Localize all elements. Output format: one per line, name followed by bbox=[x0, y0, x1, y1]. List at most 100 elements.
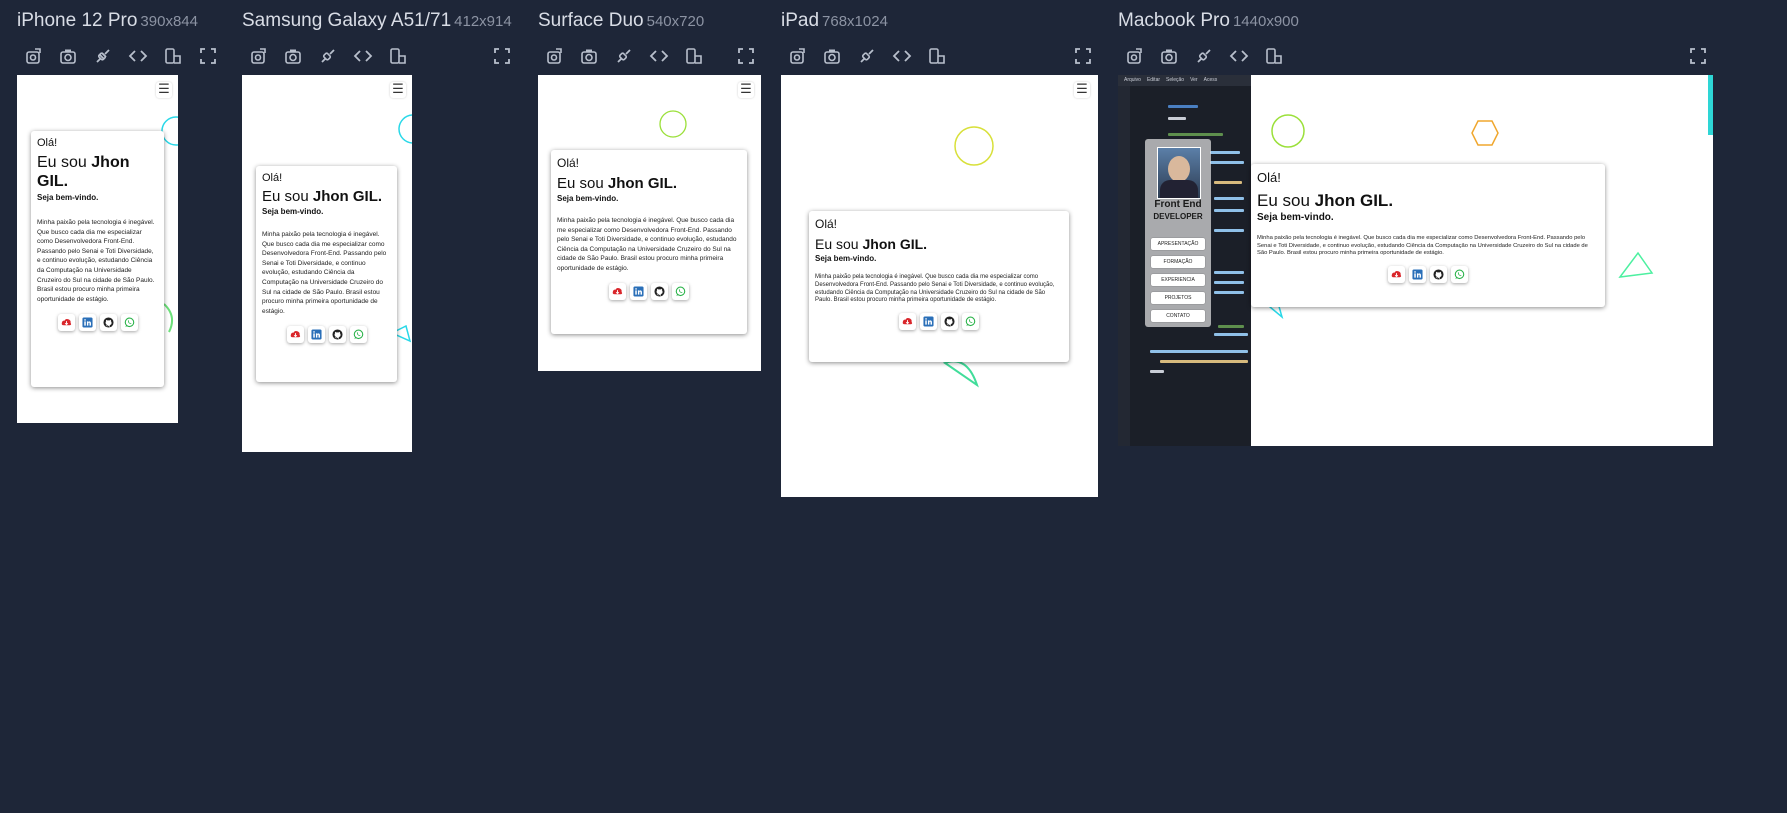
greeting: Olá! bbox=[815, 217, 838, 231]
device-toolbar bbox=[17, 44, 216, 68]
viewport-macbook: Arquivo Editar Seleção Ver Acess Front End bbox=[1118, 75, 1713, 446]
scrollbar[interactable] bbox=[1708, 75, 1713, 135]
deco-shape bbox=[163, 303, 174, 333]
rotate-screen-icon[interactable] bbox=[785, 44, 809, 68]
device-header: Samsung Galaxy A51/71 412x914 bbox=[242, 10, 512, 32]
editor-activity-bar bbox=[1118, 86, 1130, 446]
device-toolbar bbox=[242, 44, 522, 68]
code-icon[interactable] bbox=[126, 44, 150, 68]
deco-circle bbox=[398, 114, 412, 144]
whatsapp-icon[interactable] bbox=[349, 326, 367, 344]
code-icon[interactable] bbox=[890, 44, 914, 68]
viewport-iphone: ☰ Olá! Eu sou Jhon GIL. Seja bem-vindo. … bbox=[17, 75, 178, 423]
linkedin-icon[interactable] bbox=[78, 314, 96, 332]
github-icon[interactable] bbox=[941, 313, 958, 331]
device-name: Surface Duo bbox=[538, 10, 644, 31]
linkedin-icon[interactable] bbox=[1409, 265, 1426, 283]
code-line bbox=[1150, 370, 1164, 373]
code-icon[interactable] bbox=[351, 44, 375, 68]
device-layout-icon[interactable] bbox=[386, 44, 410, 68]
device-size: 390x844 bbox=[140, 13, 198, 30]
code-icon[interactable] bbox=[1227, 44, 1251, 68]
download-cv-icon[interactable] bbox=[1388, 265, 1405, 283]
code-line bbox=[1168, 117, 1186, 120]
github-icon[interactable] bbox=[651, 282, 668, 300]
sync-scroll-icon[interactable] bbox=[91, 44, 115, 68]
code-line bbox=[1214, 291, 1244, 294]
screenshot-icon[interactable] bbox=[820, 44, 844, 68]
menu-icon[interactable]: ☰ bbox=[738, 82, 754, 98]
bio-text: Minha paixão pela tecnologia é inegável.… bbox=[37, 219, 155, 303]
menu-icon[interactable]: ☰ bbox=[156, 82, 172, 98]
device-layout-icon[interactable] bbox=[682, 44, 706, 68]
screenshot-icon[interactable] bbox=[577, 44, 601, 68]
device-toolbar bbox=[1118, 44, 1714, 68]
menu-icon[interactable]: ☰ bbox=[1074, 82, 1090, 98]
welcome-text: Seja bem-vindo. bbox=[262, 207, 324, 216]
sync-scroll-icon[interactable] bbox=[612, 44, 636, 68]
rotate-screen-icon[interactable] bbox=[542, 44, 566, 68]
device-toolbar bbox=[781, 44, 1099, 68]
rotate-screen-icon[interactable] bbox=[1122, 44, 1146, 68]
sync-scroll-icon[interactable] bbox=[316, 44, 340, 68]
code-line bbox=[1214, 181, 1242, 184]
code-icon[interactable] bbox=[647, 44, 671, 68]
linkedin-icon[interactable] bbox=[920, 313, 937, 331]
intro-prefix: Eu sou bbox=[37, 154, 92, 171]
nav-projetos[interactable]: PROJETOS bbox=[1151, 292, 1205, 304]
whatsapp-icon[interactable] bbox=[672, 282, 689, 300]
menu-icon[interactable]: ☰ bbox=[390, 82, 406, 98]
device-layout-icon[interactable] bbox=[1262, 44, 1286, 68]
viewport-surface-duo: ☰ Olá! Eu sou Jhon GIL. Seja bem-vindo. … bbox=[538, 75, 761, 371]
intro-card: Olá! Eu sou Jhon GIL. Seja bem-vindo. Mi… bbox=[551, 150, 747, 334]
sync-scroll-icon[interactable] bbox=[855, 44, 879, 68]
rotate-screen-icon[interactable] bbox=[246, 44, 270, 68]
download-cv-icon[interactable] bbox=[899, 313, 916, 331]
github-icon[interactable] bbox=[328, 326, 346, 344]
intro-prefix: Eu sou bbox=[815, 236, 863, 252]
screenshot-icon[interactable] bbox=[281, 44, 305, 68]
linkedin-icon[interactable] bbox=[630, 282, 647, 300]
nav-experiencia[interactable]: EXPERIENCIA bbox=[1151, 274, 1205, 286]
profile-photo bbox=[1157, 147, 1201, 199]
greeting: Olá! bbox=[1257, 170, 1281, 185]
deco-hexagon bbox=[1471, 120, 1499, 146]
fullscreen-icon[interactable] bbox=[1071, 44, 1095, 68]
screenshot-icon[interactable] bbox=[1157, 44, 1181, 68]
device-layout-icon[interactable] bbox=[161, 44, 185, 68]
device-size: 412x914 bbox=[454, 13, 512, 30]
fullscreen-icon[interactable] bbox=[1686, 44, 1710, 68]
sync-scroll-icon[interactable] bbox=[1192, 44, 1216, 68]
code-editor-background: Arquivo Editar Seleção Ver Acess Front End bbox=[1118, 75, 1251, 446]
code-line bbox=[1160, 360, 1248, 363]
github-icon[interactable] bbox=[99, 314, 117, 332]
fullscreen-icon[interactable] bbox=[490, 44, 514, 68]
download-cv-icon[interactable] bbox=[609, 282, 626, 300]
editor-menu-item: Ver bbox=[1190, 77, 1198, 83]
code-line bbox=[1210, 151, 1240, 154]
nav-formacao[interactable]: FORMAÇÃO bbox=[1151, 256, 1205, 268]
device-name: iPad bbox=[781, 10, 820, 31]
nav-apresentacao[interactable]: APRESENTAÇÃO bbox=[1151, 238, 1205, 250]
whatsapp-icon[interactable] bbox=[120, 314, 138, 332]
github-icon[interactable] bbox=[1430, 265, 1447, 283]
fullscreen-icon[interactable] bbox=[196, 44, 220, 68]
download-cv-icon[interactable] bbox=[57, 314, 75, 332]
linkedin-icon[interactable] bbox=[307, 326, 325, 344]
editor-menu-item: Arquivo bbox=[1124, 77, 1141, 83]
bio-text: Minha paixão pela tecnologia é inegável.… bbox=[262, 231, 387, 315]
fullscreen-icon[interactable] bbox=[734, 44, 758, 68]
intro-title: Eu sou Jhon GIL. bbox=[1257, 190, 1599, 211]
rotate-screen-icon[interactable] bbox=[21, 44, 45, 68]
editor-menu-item: Seleção bbox=[1166, 77, 1185, 83]
device-layout-icon[interactable] bbox=[925, 44, 949, 68]
welcome-text: Seja bem-vindo. bbox=[557, 194, 619, 203]
download-cv-icon[interactable] bbox=[286, 326, 304, 344]
device-name: iPhone 12 Pro bbox=[17, 10, 138, 31]
screenshot-icon[interactable] bbox=[56, 44, 80, 68]
whatsapp-icon[interactable] bbox=[1451, 265, 1468, 283]
intro-title: Eu sou Jhon GIL. bbox=[815, 235, 1063, 253]
nav-contato[interactable]: CONTATO bbox=[1151, 310, 1205, 322]
intro-title: Eu sou Jhon GIL. bbox=[557, 175, 741, 193]
whatsapp-icon[interactable] bbox=[962, 313, 979, 331]
